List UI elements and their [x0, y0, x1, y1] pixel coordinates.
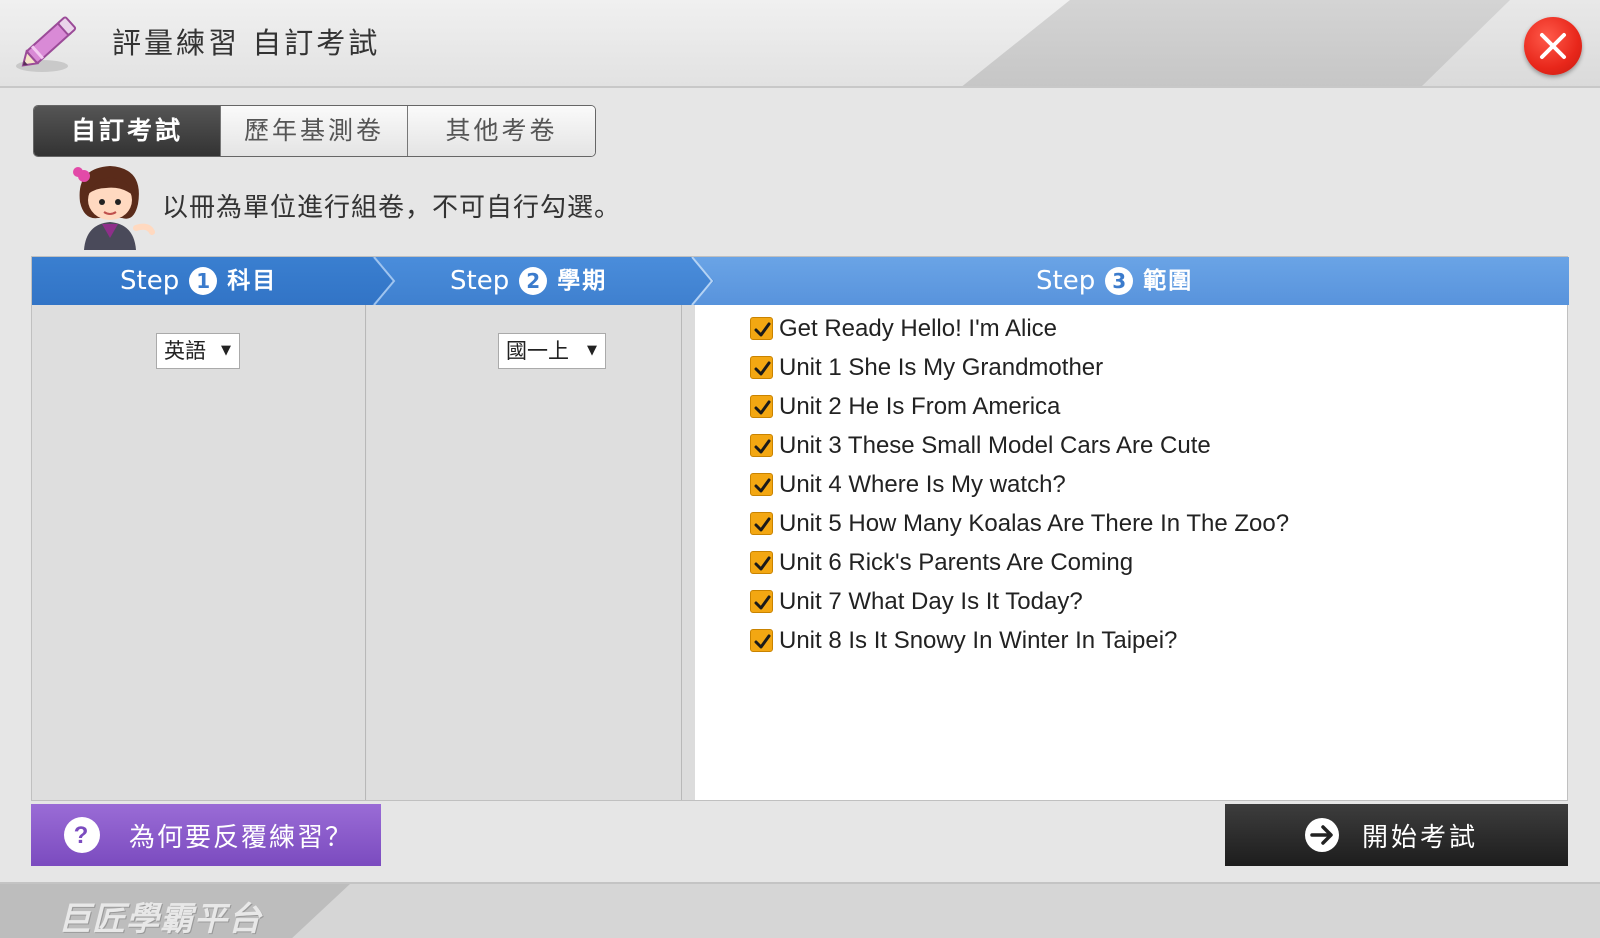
unit-item[interactable]: Unit 1 She Is My Grandmother	[750, 348, 1289, 387]
check-icon	[754, 361, 771, 376]
dropdown-caret-icon: ▼	[587, 343, 597, 358]
why-practice-label: 為何要反覆練習？	[129, 823, 354, 853]
unit-item[interactable]: Unit 5 How Many Koalas Are There In The …	[750, 504, 1289, 543]
step-2-word: Step	[450, 266, 510, 296]
unit-label: Unit 8 Is It Snowy In Winter In Taipei?	[779, 626, 1178, 654]
unit-item[interactable]: Unit 3 These Small Model Cars Are Cute	[750, 426, 1289, 465]
unit-item[interactable]: Unit 6 Rick's Parents Are Coming	[750, 543, 1289, 582]
subject-select-value: 英語	[164, 339, 206, 363]
check-icon	[754, 439, 771, 454]
unit-checkbox[interactable]	[750, 317, 773, 340]
tab-past-exams[interactable]: 歷年基測卷	[221, 106, 408, 156]
step-3-word: Step	[1036, 266, 1096, 296]
step-panel: Step 1 科目 Step 2 學期 Step 3 範圍 英語 ▼ 國一上 ▼…	[31, 256, 1569, 801]
unit-label: Unit 3 These Small Model Cars Are Cute	[779, 431, 1211, 459]
step-header-bar: Step 1 科目 Step 2 學期 Step 3 範圍	[32, 257, 1569, 305]
footer: 巨匠學霸平台	[0, 882, 1600, 938]
unit-checkbox[interactable]	[750, 629, 773, 652]
unit-item[interactable]: Unit 8 Is It Snowy In Winter In Taipei?	[750, 621, 1289, 660]
unit-label: Unit 6 Rick's Parents Are Coming	[779, 548, 1134, 576]
step-2-title: 學期	[557, 268, 608, 294]
instruction-text: 以冊為單位進行組卷，不可自行勾選。	[162, 193, 622, 223]
unit-item[interactable]: Unit 7 What Day Is It Today?	[750, 582, 1289, 621]
step-3-label: Step 3 範圍	[1036, 257, 1193, 305]
dropdown-caret-icon: ▼	[221, 343, 231, 358]
unit-label: Unit 7 What Day Is It Today?	[779, 587, 1083, 615]
step-1-word: Step	[120, 266, 180, 296]
check-icon	[754, 400, 771, 415]
check-icon	[754, 634, 771, 649]
step-2-number: 2	[519, 267, 548, 295]
step-1-number: 1	[189, 267, 218, 295]
tab-custom-exam[interactable]: 自訂考試	[34, 106, 221, 156]
unit-label: Unit 2 He Is From America	[779, 392, 1061, 420]
step-divider-arrow	[373, 257, 396, 305]
check-icon	[754, 322, 771, 337]
start-exam-label: 開始考試	[1362, 823, 1479, 853]
step-3-title: 範圍	[1143, 268, 1194, 294]
help-icon: ?	[64, 817, 100, 853]
header: 評量練習 自訂考試	[0, 0, 1600, 88]
why-practice-button[interactable]: ? 為何要反覆練習？	[31, 804, 381, 866]
unit-list: Get Ready Hello! I'm Alice Unit 1 She Is …	[750, 309, 1289, 660]
step-3-number: 3	[1105, 267, 1134, 295]
unit-checkbox[interactable]	[750, 590, 773, 613]
step-divider-arrow	[691, 257, 714, 305]
unit-label: Get Ready Hello! I'm Alice	[779, 314, 1058, 342]
brand-logo: 巨匠學霸平台	[58, 899, 262, 938]
close-icon	[1540, 33, 1566, 59]
step-1-label: Step 1 科目	[120, 257, 277, 305]
unit-checkbox[interactable]	[750, 356, 773, 379]
unit-item[interactable]: Unit 2 He Is From America	[750, 387, 1289, 426]
unit-item[interactable]: Unit 4 Where Is My watch?	[750, 465, 1289, 504]
svg-text:?: ?	[74, 822, 91, 849]
unit-checkbox[interactable]	[750, 551, 773, 574]
pencil-icon	[16, 16, 77, 72]
unit-item[interactable]: Get Ready Hello! I'm Alice	[750, 309, 1289, 348]
unit-checkbox[interactable]	[750, 434, 773, 457]
tab-other-exams[interactable]: 其他考卷	[408, 106, 595, 156]
unit-checkbox[interactable]	[750, 512, 773, 535]
unit-label: Unit 5 How Many Koalas Are There In The …	[779, 509, 1290, 537]
start-exam-button[interactable]: 開始考試	[1225, 804, 1568, 866]
unit-label: Unit 1 She Is My Grandmother	[779, 353, 1104, 381]
mascot-icon	[73, 166, 155, 250]
subject-select[interactable]: 英語 ▼	[156, 333, 240, 369]
unit-checkbox[interactable]	[750, 395, 773, 418]
check-icon	[754, 595, 771, 610]
close-button[interactable]	[1524, 17, 1582, 75]
tab-bar: 自訂考試 歷年基測卷 其他考卷	[33, 105, 596, 157]
term-select-value: 國一上	[506, 339, 569, 363]
check-icon	[754, 517, 771, 532]
term-select[interactable]: 國一上 ▼	[498, 333, 606, 369]
check-icon	[754, 478, 771, 493]
unit-label: Unit 4 Where Is My watch?	[779, 470, 1066, 498]
unit-checkbox[interactable]	[750, 473, 773, 496]
arrow-right-icon	[1305, 818, 1339, 852]
term-column: 國一上 ▼	[367, 305, 682, 800]
subject-column: 英語 ▼	[32, 305, 366, 800]
app-title: 評量練習 自訂考試	[112, 26, 381, 60]
step-1-title: 科目	[227, 268, 278, 294]
range-column: Get Ready Hello! I'm Alice Unit 1 She Is …	[695, 305, 1567, 800]
step-2-label: Step 2 學期	[450, 257, 607, 305]
check-icon	[754, 556, 771, 571]
